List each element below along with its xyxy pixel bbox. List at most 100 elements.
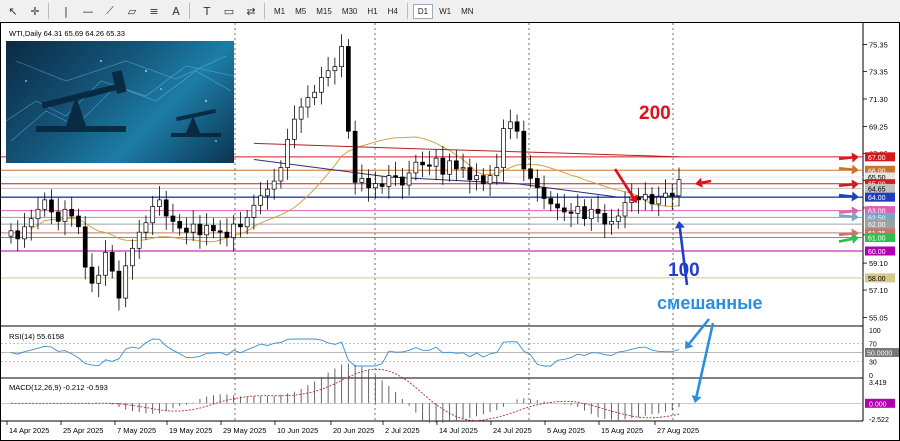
cyan-arrow-rsi xyxy=(688,318,711,345)
side-level-arrow xyxy=(838,210,853,214)
candle-body xyxy=(244,217,250,228)
candle-body xyxy=(22,226,27,240)
date-tick-label: 14 Jul 2025 xyxy=(439,426,478,435)
candle-body xyxy=(49,199,54,213)
candle-body xyxy=(528,168,533,179)
macd-signal-line xyxy=(11,368,680,422)
candle-body xyxy=(76,215,81,228)
candle-body xyxy=(265,188,270,197)
candle-body xyxy=(413,161,419,174)
candle-body xyxy=(669,192,675,197)
timeframe-m15-button[interactable]: M15 xyxy=(312,5,336,18)
red-arrow-ma200 xyxy=(613,168,635,198)
candle-body xyxy=(433,157,439,167)
candle-body xyxy=(426,164,432,167)
candle-body xyxy=(521,130,527,170)
side-level-arrow xyxy=(838,214,853,218)
crosshair-icon[interactable]: ✛ xyxy=(26,2,44,20)
arrows-icon[interactable]: ⇄ xyxy=(242,2,260,20)
candle-body xyxy=(204,225,210,236)
rsi-tick-label: 0 xyxy=(869,373,873,380)
timeframe-m5-button[interactable]: M5 xyxy=(291,5,310,18)
candle-body xyxy=(440,157,446,175)
timeframe-d1-button[interactable]: D1 xyxy=(412,3,434,19)
side-level-arrow xyxy=(838,193,853,198)
timeframe-h4-button[interactable]: H4 xyxy=(384,5,402,18)
timeframe-w1-button[interactable]: W1 xyxy=(435,5,455,18)
ma200-line xyxy=(253,142,680,158)
chart-window[interactable]: 75.3573.3571.3069.2567.2565.2563.2061.20… xyxy=(0,22,900,441)
candle-body xyxy=(663,192,668,198)
candle-body xyxy=(28,218,34,228)
horizontal-line-icon[interactable]: — xyxy=(79,2,97,20)
cyan-arrow-macd-head xyxy=(691,395,702,403)
price-tick-label: 75.35 xyxy=(869,40,888,49)
cursor-icon[interactable]: ↖ xyxy=(4,2,22,20)
candle-body xyxy=(143,222,149,233)
date-tick-label: 10 Jun 2025 xyxy=(277,426,318,435)
candle-body xyxy=(487,175,493,185)
date-tick-label: 15 Aug 2025 xyxy=(601,426,643,435)
candle-body xyxy=(96,274,102,284)
candle-body xyxy=(386,175,392,187)
timeframe-m1-button[interactable]: M1 xyxy=(270,5,289,18)
rsi-tick-label: 100 xyxy=(869,328,881,335)
timeframe-m30-button[interactable]: M30 xyxy=(338,5,362,18)
text-icon[interactable]: A xyxy=(167,2,185,20)
oil-pump-background-image xyxy=(6,41,234,163)
candle-body xyxy=(568,211,574,214)
candle-body xyxy=(575,206,581,214)
date-tick-label: 29 May 2025 xyxy=(223,426,266,435)
cyan-arrow-macd xyxy=(695,322,715,397)
candle-body xyxy=(298,106,304,120)
date-tick-label: 19 May 2025 xyxy=(169,426,212,435)
side-level-arrow xyxy=(838,166,853,171)
candle-body xyxy=(352,130,358,183)
candle-body xyxy=(453,160,459,170)
candle-body xyxy=(642,194,648,201)
candle-body xyxy=(292,118,297,140)
timeframe-h1-button[interactable]: H1 xyxy=(363,5,381,18)
fibonacci-icon[interactable]: ≡ xyxy=(145,2,163,20)
trendline-icon[interactable]: ⟋ xyxy=(101,2,119,20)
date-tick-label: 2 Jul 2025 xyxy=(385,426,420,435)
candle-body xyxy=(602,212,608,225)
candle-body xyxy=(35,208,41,220)
candle-body xyxy=(163,199,169,217)
candle-body xyxy=(400,176,405,186)
side-level-arrow xyxy=(838,183,853,188)
side-level-arrow xyxy=(838,156,853,161)
candle-body xyxy=(649,194,655,205)
text-label-icon[interactable]: T xyxy=(198,2,216,20)
macd-tick-label: 0.000 xyxy=(869,401,887,408)
vertical-line-icon[interactable]: | xyxy=(57,2,75,20)
candle-body xyxy=(103,251,108,276)
candle-body xyxy=(467,167,473,181)
price-badge-label: 67.00 xyxy=(868,155,886,162)
candle-body xyxy=(359,177,365,183)
candle-body xyxy=(561,207,567,213)
timeframe-mn-button[interactable]: MN xyxy=(457,5,477,18)
candle-body xyxy=(238,223,243,228)
candle-body xyxy=(474,175,479,181)
price-tick-label: 57.10 xyxy=(869,286,888,295)
candle-body xyxy=(366,177,371,189)
candle-body xyxy=(319,77,324,93)
candle-body xyxy=(325,70,331,78)
date-tick-label: 25 Apr 2025 xyxy=(63,426,103,435)
side-level-arrow xyxy=(838,237,853,243)
candle-body xyxy=(534,177,540,189)
candle-body xyxy=(150,206,156,224)
toolbar-separator xyxy=(264,3,265,19)
price-tick-label: 59.10 xyxy=(869,259,888,268)
candle-body xyxy=(346,46,351,132)
price-badge-label: 64.00 xyxy=(868,195,886,202)
candle-body xyxy=(595,208,601,214)
channel-icon[interactable]: ▱ xyxy=(123,2,141,20)
candle-body xyxy=(555,203,560,209)
ma200-annotation: 200 xyxy=(639,103,671,124)
candle-body xyxy=(157,199,162,207)
shapes-icon[interactable]: ▭ xyxy=(220,2,238,20)
candle-body xyxy=(177,221,183,229)
candle-body xyxy=(541,187,547,199)
